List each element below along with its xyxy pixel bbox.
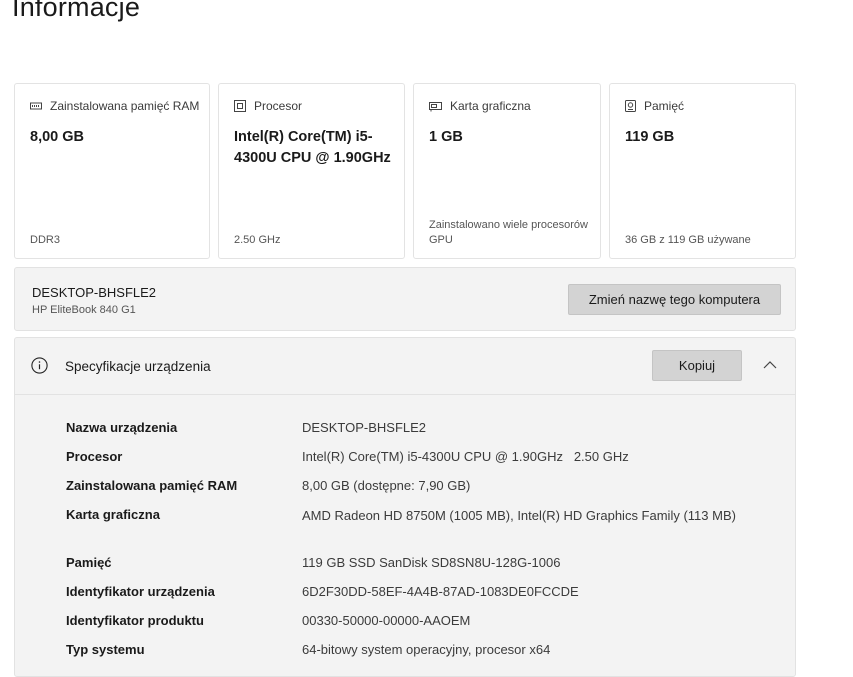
card-gpu-header: Karta graficzna bbox=[429, 99, 531, 113]
card-storage-label: Pamięć bbox=[644, 99, 685, 113]
card-ram: Zainstalowana pamięć RAM 8,00 GB DDR3 bbox=[14, 83, 210, 259]
device-specs-title: Specyfikacje urządzenia bbox=[65, 359, 211, 374]
card-ram-header: Zainstalowana pamięć RAM bbox=[30, 99, 199, 113]
spec-key: Procesor bbox=[66, 449, 123, 464]
card-ram-footer: DDR3 bbox=[30, 234, 60, 246]
spec-key: Identyfikator urządzenia bbox=[66, 584, 215, 599]
storage-icon bbox=[625, 100, 636, 112]
card-storage-header: Pamięć bbox=[625, 99, 684, 113]
card-storage-value: 119 GB bbox=[625, 129, 675, 145]
spec-key: Identyfikator produktu bbox=[66, 613, 204, 628]
copy-button[interactable]: Kopiuj bbox=[652, 350, 742, 381]
spec-value: 8,00 GB (dostępne: 7,90 GB) bbox=[302, 478, 471, 493]
device-name-bar: DESKTOP-BHSFLE2 HP EliteBook 840 G1 Zmie… bbox=[14, 267, 796, 331]
spec-value: Intel(R) Core(TM) i5-4300U CPU @ 1.90GHz… bbox=[302, 449, 629, 464]
card-cpu-value: Intel(R) Core(TM) i5-4300U CPU @ 1.90GHz bbox=[234, 129, 391, 166]
spec-value: AMD Radeon HD 8750M (1005 MB), Intel(R) … bbox=[302, 508, 736, 523]
card-cpu: Procesor Intel(R) Core(TM) i5-4300U CPU … bbox=[218, 83, 405, 259]
spec-key: Karta graficzna bbox=[66, 507, 160, 522]
cpu-icon bbox=[234, 100, 246, 112]
spec-value: DESKTOP-BHSFLE2 bbox=[302, 420, 427, 435]
card-gpu-value: 1 GB bbox=[429, 129, 463, 145]
device-specs-panel: Specyfikacje urządzenia Kopiuj Nazwa urz… bbox=[14, 337, 796, 677]
device-model: HP EliteBook 840 G1 bbox=[32, 304, 136, 316]
device-specs-header[interactable]: Specyfikacje urządzenia Kopiuj bbox=[15, 338, 795, 395]
spec-value: 119 GB SSD SanDisk SD8SN8U-128G-1006 bbox=[302, 555, 561, 570]
device-name: DESKTOP-BHSFLE2 bbox=[32, 285, 157, 300]
spec-key: Nazwa urządzenia bbox=[66, 420, 178, 435]
card-gpu: Karta graficzna 1 GB Zainstalowano wiele… bbox=[413, 83, 601, 259]
spec-key: Zainstalowana pamięć RAM bbox=[66, 478, 238, 493]
card-gpu-footer: Zainstalowano wiele procesorów GPU bbox=[429, 219, 588, 246]
spec-key: Pamięć bbox=[66, 555, 112, 570]
info-icon bbox=[31, 357, 48, 379]
spec-value: 00330-50000-00000-AAOEM bbox=[302, 613, 471, 628]
card-storage: Pamięć 119 GB 36 GB z 119 GB używane bbox=[609, 83, 796, 259]
card-cpu-footer: 2.50 GHz bbox=[234, 234, 281, 246]
spec-value: 6D2F30DD-58EF-4A4B-87AD-1083DE0FCCDE bbox=[302, 584, 579, 599]
card-ram-value: 8,00 GB bbox=[30, 129, 84, 145]
page-title: Informacje bbox=[12, 0, 141, 22]
card-cpu-label: Procesor bbox=[254, 99, 303, 113]
spec-key: Typ systemu bbox=[66, 642, 145, 657]
card-cpu-header: Procesor bbox=[234, 99, 302, 113]
gpu-icon bbox=[429, 101, 442, 112]
card-storage-footer: 36 GB z 119 GB używane bbox=[625, 234, 751, 246]
spec-value: 64-bitowy system operacyjny, procesor x6… bbox=[302, 642, 551, 657]
card-gpu-label: Karta graficzna bbox=[450, 99, 531, 113]
rename-pc-button[interactable]: Zmień nazwę tego komputera bbox=[568, 284, 781, 315]
ram-icon bbox=[30, 101, 42, 111]
card-ram-label: Zainstalowana pamięć RAM bbox=[50, 99, 200, 113]
chevron-up-icon[interactable] bbox=[763, 356, 777, 374]
